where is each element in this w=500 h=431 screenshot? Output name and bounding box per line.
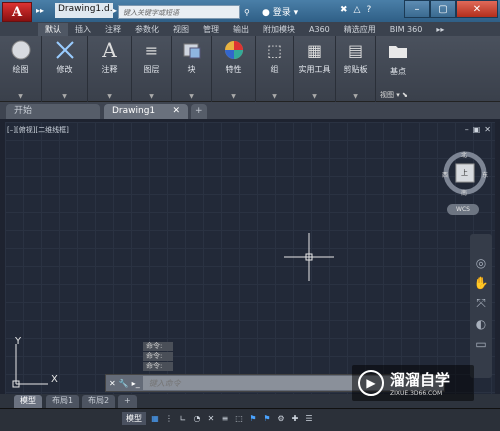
tab-model[interactable]: 模型	[14, 395, 42, 408]
osnap-icon[interactable]: ✕	[206, 413, 216, 424]
properties-icon	[222, 39, 246, 61]
customization-icon[interactable]: ☰	[304, 413, 314, 424]
quick-access-toolbar[interactable]: ▸▸	[36, 6, 44, 15]
title-bar: A ▸▸ Drawing1.d... ▸ 键入关键字或短语 ⚲ ● 登录 ▾ ✖…	[0, 0, 500, 22]
ortho-icon[interactable]: ∟	[178, 413, 188, 424]
panel-draw[interactable]: 绘图 ▼	[0, 36, 42, 102]
panel-clipboard[interactable]: ▤ 剪贴板 ▼	[336, 36, 376, 102]
navigation-bar: ◎ ✋ ⤧ ◐ ▭	[470, 234, 492, 378]
lineweight-icon[interactable]: ≡	[220, 413, 230, 424]
viewport-minimize-button[interactable]: –	[465, 125, 469, 134]
pan-icon[interactable]: ✋	[474, 276, 489, 290]
ribbon-tab[interactable]: 参数化	[128, 23, 166, 36]
grid-icon[interactable]: ▦	[150, 413, 160, 424]
ucs-x-label: X	[51, 374, 58, 385]
basepoint-icon	[386, 39, 410, 61]
model-space-button[interactable]: 模型	[122, 412, 146, 425]
block-icon	[180, 39, 204, 61]
add-layout-button[interactable]: +	[118, 395, 137, 408]
draw-icon	[9, 39, 33, 61]
layer-icon: ≡	[144, 40, 159, 60]
app-menu-button[interactable]: A	[2, 2, 32, 22]
ribbon-tab[interactable]: 输出	[226, 23, 256, 36]
ribbon-tab[interactable]: A360	[302, 23, 337, 36]
tab-start[interactable]: 开始	[6, 104, 100, 119]
wrench-icon[interactable]: 🔧	[119, 379, 129, 388]
panel-basepoint[interactable]: 基点 视图 ▾ ⬊	[376, 36, 420, 102]
panel-properties[interactable]: 特性 ▼	[212, 36, 256, 102]
clipboard-icon: ▤	[347, 40, 364, 60]
annotation-icon: A	[102, 38, 117, 62]
panel-utilities[interactable]: ▦ 实用工具 ▼	[294, 36, 336, 102]
view-panel-label: 视图 ▾ ⬊	[380, 91, 408, 99]
ribbon-tab[interactable]: ▸▸	[429, 23, 451, 36]
isolate-icon[interactable]: ✚	[290, 413, 300, 424]
utilities-icon: ▦	[306, 40, 323, 60]
status-bar: 模型 ▦ ⋮ ∟ ◔ ✕ ≡ ⬚ ⚑ ⚑ ⚙ ✚ ☰	[0, 408, 500, 431]
maximize-button[interactable]: ▢	[430, 0, 456, 18]
ribbon-tab[interactable]: 附加模块	[256, 23, 302, 36]
ribbon-tab[interactable]: 管理	[196, 23, 226, 36]
ribbon-tab[interactable]: 视图	[166, 23, 196, 36]
document-tab-bar: 开始 Drawing1 ✕ +	[0, 102, 500, 119]
showmotion-icon[interactable]: ▭	[475, 337, 486, 351]
zoom-icon[interactable]: ⤧	[476, 296, 486, 311]
ribbon-tab[interactable]: 精选应用	[337, 23, 383, 36]
ribbon-tab[interactable]: 插入	[68, 23, 98, 36]
command-history-line: 命令:	[143, 352, 173, 361]
drawing-canvas[interactable]: [–][俯视][二维线框] – ▣ ✕ 北 南 西 东 上 WCS ◎ ✋ ⤧ …	[5, 122, 495, 394]
annotation-scale-icon[interactable]: ⚑	[248, 413, 258, 424]
exchange-icon[interactable]: ✖	[340, 5, 348, 15]
command-prompt-icon[interactable]: ▸_	[132, 379, 140, 388]
ribbon-tab[interactable]: BIM 360	[383, 23, 430, 36]
annotation-visibility-icon[interactable]: ⚑	[262, 413, 272, 424]
close-button[interactable]: ✕	[456, 0, 498, 18]
play-icon: ▶	[358, 370, 384, 396]
group-icon: ⬚	[266, 40, 283, 60]
ribbon-tab[interactable]: 默认	[38, 23, 68, 36]
user-icon: ●	[262, 8, 270, 18]
orbit-icon[interactable]: ◐	[476, 317, 486, 331]
panel-block[interactable]: 块 ▼	[172, 36, 212, 102]
panel-group[interactable]: ⬚ 组 ▼	[256, 36, 294, 102]
close-icon[interactable]: ✕	[109, 379, 116, 388]
binoculars-icon[interactable]: ⚲	[244, 8, 250, 17]
ribbon-tab[interactable]: 注释	[98, 23, 128, 36]
crosshair-cursor	[284, 233, 334, 281]
steering-wheel-icon[interactable]: ◎	[476, 256, 486, 270]
viewcube[interactable]: 北 南 西 东 上	[442, 150, 488, 197]
a360-icon[interactable]: △	[354, 5, 361, 15]
help-icon[interactable]: ?	[366, 5, 371, 15]
ribbon: 绘图 ▼ 修改 ▼ A 注释 ▼ ≡ 图层 ▼ 块 ▼ 特性 ▼ ⬚ 组 ▼ ▦ 实用工具 ▼ …	[0, 36, 500, 102]
viewport-controls-label[interactable]: [–][俯视][二维线框]	[7, 125, 69, 135]
command-history-line: 命令:	[143, 362, 173, 371]
wcs-menu[interactable]: WCS	[447, 204, 479, 215]
command-history-line: 命令:	[143, 342, 173, 351]
modify-icon	[53, 39, 77, 61]
document-title: Drawing1.d...	[55, 3, 113, 18]
login-button[interactable]: ● 登录 ▾	[262, 5, 298, 18]
watermark-logo: ▶ 溜溜自学 ZIXUE.3D66.COM	[352, 365, 474, 401]
command-history: 命令: 命令: 命令:	[143, 342, 173, 372]
close-icon[interactable]: ✕	[172, 104, 180, 118]
chevron-right-icon[interactable]: ▸	[113, 6, 117, 15]
selection-cycling-icon[interactable]: ⬚	[234, 413, 244, 424]
viewport-close-button[interactable]: ✕	[484, 125, 491, 134]
panel-annotation[interactable]: A 注释 ▼	[88, 36, 132, 102]
tab-layout1[interactable]: 布局1	[46, 395, 80, 408]
tab-drawing1[interactable]: Drawing1 ✕	[104, 104, 188, 119]
ucs-y-label: Y	[15, 336, 22, 347]
minimize-button[interactable]: –	[404, 0, 430, 18]
polar-icon[interactable]: ◔	[192, 413, 202, 424]
new-tab-button[interactable]: +	[191, 104, 207, 119]
snap-icon[interactable]: ⋮	[164, 413, 174, 424]
search-input[interactable]: 键入关键字或短语	[118, 5, 240, 19]
panel-modify[interactable]: 修改 ▼	[42, 36, 88, 102]
viewport-restore-button[interactable]: ▣	[473, 125, 481, 134]
ribbon-tab-bar: 默认 插入 注释 参数化 视图 管理 输出 附加模块 A360 精选应用 BIM 360 ▸▸	[0, 22, 500, 36]
tab-layout2[interactable]: 布局2	[82, 395, 116, 408]
panel-layer[interactable]: ≡ 图层 ▼	[132, 36, 172, 102]
workspace-icon[interactable]: ⚙	[276, 413, 286, 424]
